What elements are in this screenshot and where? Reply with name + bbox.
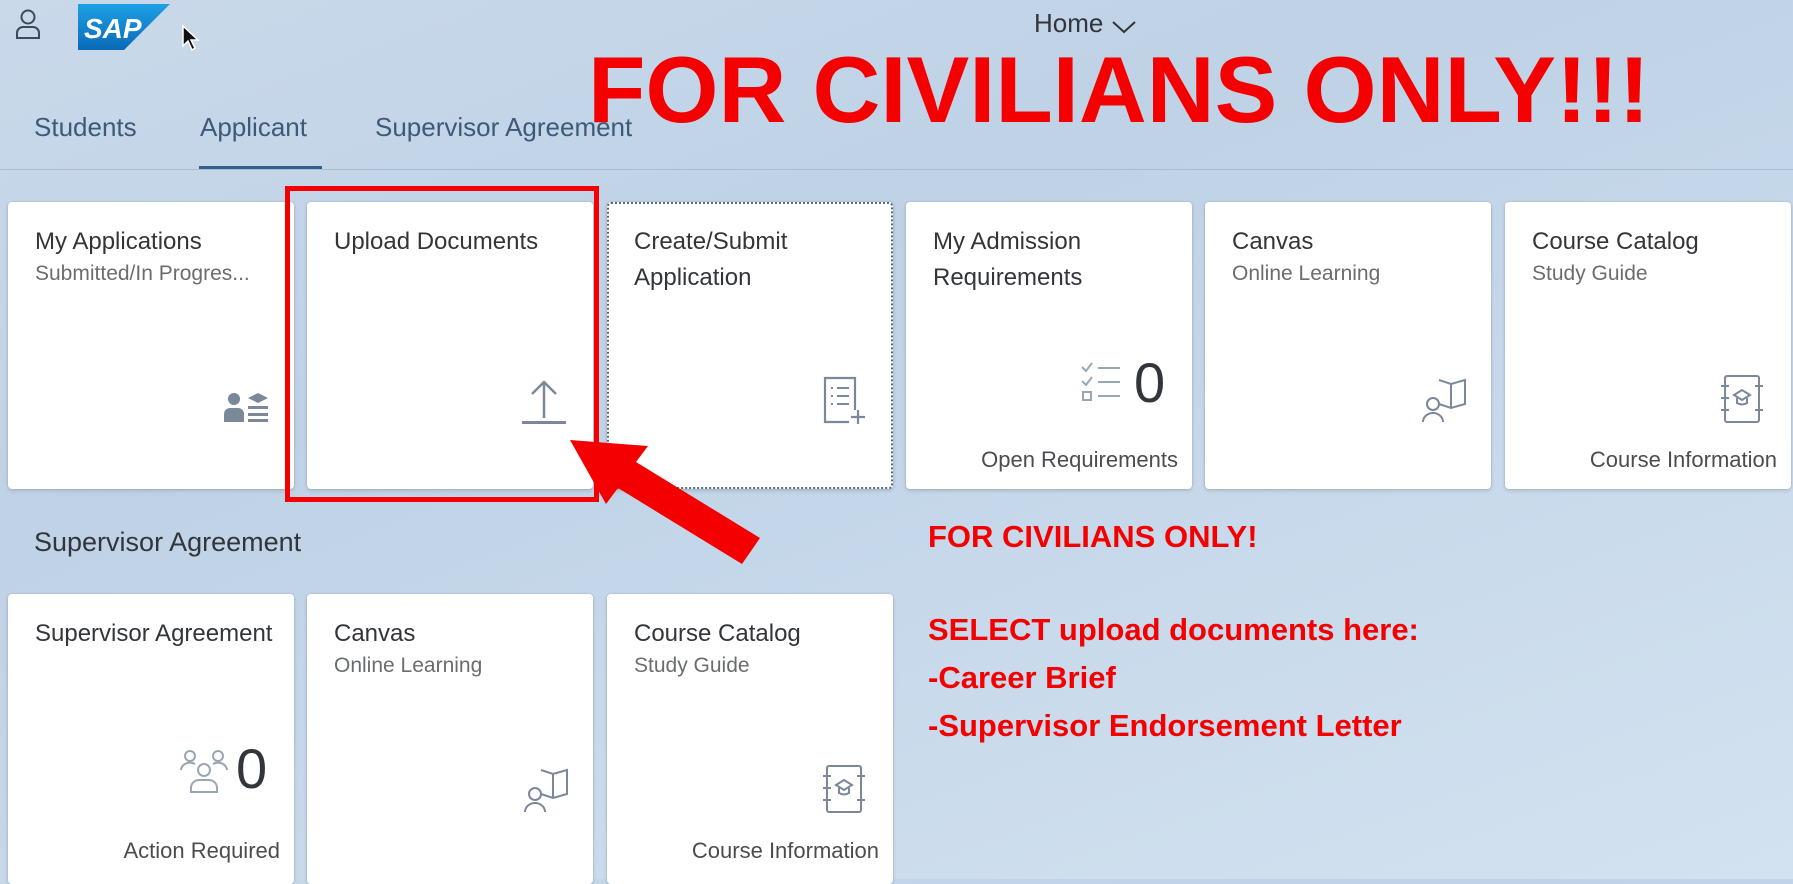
tab-selected-indicator xyxy=(199,166,322,169)
tile-title: Course Catalog xyxy=(1532,228,1699,255)
warning-banner: FOR CIVILIANS ONLY!!! xyxy=(588,37,1650,142)
mouse-cursor-icon xyxy=(182,24,200,52)
note-career-brief: -Career Brief xyxy=(928,660,1116,695)
section-title: Supervisor Agreement xyxy=(34,527,302,557)
tile-subtitle: Study Guide xyxy=(634,654,750,677)
tile-canvas[interactable]: Canvas Online Learning xyxy=(1205,202,1491,489)
group-icon xyxy=(180,750,228,793)
tile-subtitle: Study Guide xyxy=(1532,262,1648,285)
home-title: Home xyxy=(1034,8,1104,38)
tile-footer: Course Information xyxy=(691,838,879,863)
tab-bar-divider xyxy=(0,169,1793,170)
tile-title: Create/Submit Application xyxy=(634,228,788,291)
svg-text:SAP: SAP xyxy=(84,13,142,44)
tile-subtitle: Online Learning xyxy=(334,654,483,677)
student-profile-icon xyxy=(224,393,268,422)
tile-title: My Applications xyxy=(35,228,202,255)
tile-footer: Open Requirements xyxy=(981,447,1178,472)
course-book-icon xyxy=(1721,375,1763,423)
kpi-value: 0 xyxy=(1134,351,1166,414)
learning-icon xyxy=(524,768,568,813)
tile-canvas-supervisor[interactable]: Canvas Online Learning xyxy=(307,594,593,884)
tile-footer: Course Information xyxy=(1589,447,1777,472)
tab-students[interactable]: Students xyxy=(34,112,137,143)
tile-title: Supervisor Agreement xyxy=(35,620,273,647)
note-select-upload: SELECT upload documents here: xyxy=(928,612,1419,647)
tab-applicant[interactable]: Applicant xyxy=(200,112,307,143)
highlight-box xyxy=(285,186,599,502)
tile-course-catalog-supervisor[interactable]: Course Catalog Study Guide Course Inform… xyxy=(607,594,893,884)
tile-supervisor-agreement[interactable]: Supervisor Agreement 0 Action Required xyxy=(8,594,294,884)
tile-title: Course Catalog xyxy=(634,620,801,647)
note-civilians-only: FOR CIVILIANS ONLY! xyxy=(928,519,1258,554)
checklist-icon xyxy=(1081,362,1120,401)
tile-footer: Action Required xyxy=(123,838,280,863)
user-icon[interactable] xyxy=(14,8,42,40)
create-form-icon xyxy=(823,376,865,424)
sap-logo[interactable]: SAP xyxy=(78,4,170,50)
tile-title: My Admission Requirements xyxy=(933,228,1083,291)
kpi-value: 0 xyxy=(236,737,268,800)
note-supervisor-letter: -Supervisor Endorsement Letter xyxy=(928,708,1402,743)
chevron-down-icon xyxy=(1112,20,1137,33)
learning-icon xyxy=(1422,378,1466,423)
red-arrow-icon xyxy=(570,440,760,564)
tile-subtitle: Online Learning xyxy=(1232,262,1381,285)
tile-my-applications[interactable]: My Applications Submitted/In Progres... xyxy=(8,202,294,489)
tile-course-catalog[interactable]: Course Catalog Study Guide Course Inform… xyxy=(1505,202,1791,489)
tile-subtitle: Submitted/In Progres... xyxy=(35,262,250,285)
tile-title: Canvas xyxy=(1232,228,1314,255)
home-menu-button[interactable]: Home xyxy=(1034,8,1137,39)
tile-my-admission-requirements[interactable]: My Admission Requirements 0 Open Require… xyxy=(906,202,1192,489)
course-book-icon xyxy=(823,765,865,813)
tile-title: Canvas xyxy=(334,620,416,647)
